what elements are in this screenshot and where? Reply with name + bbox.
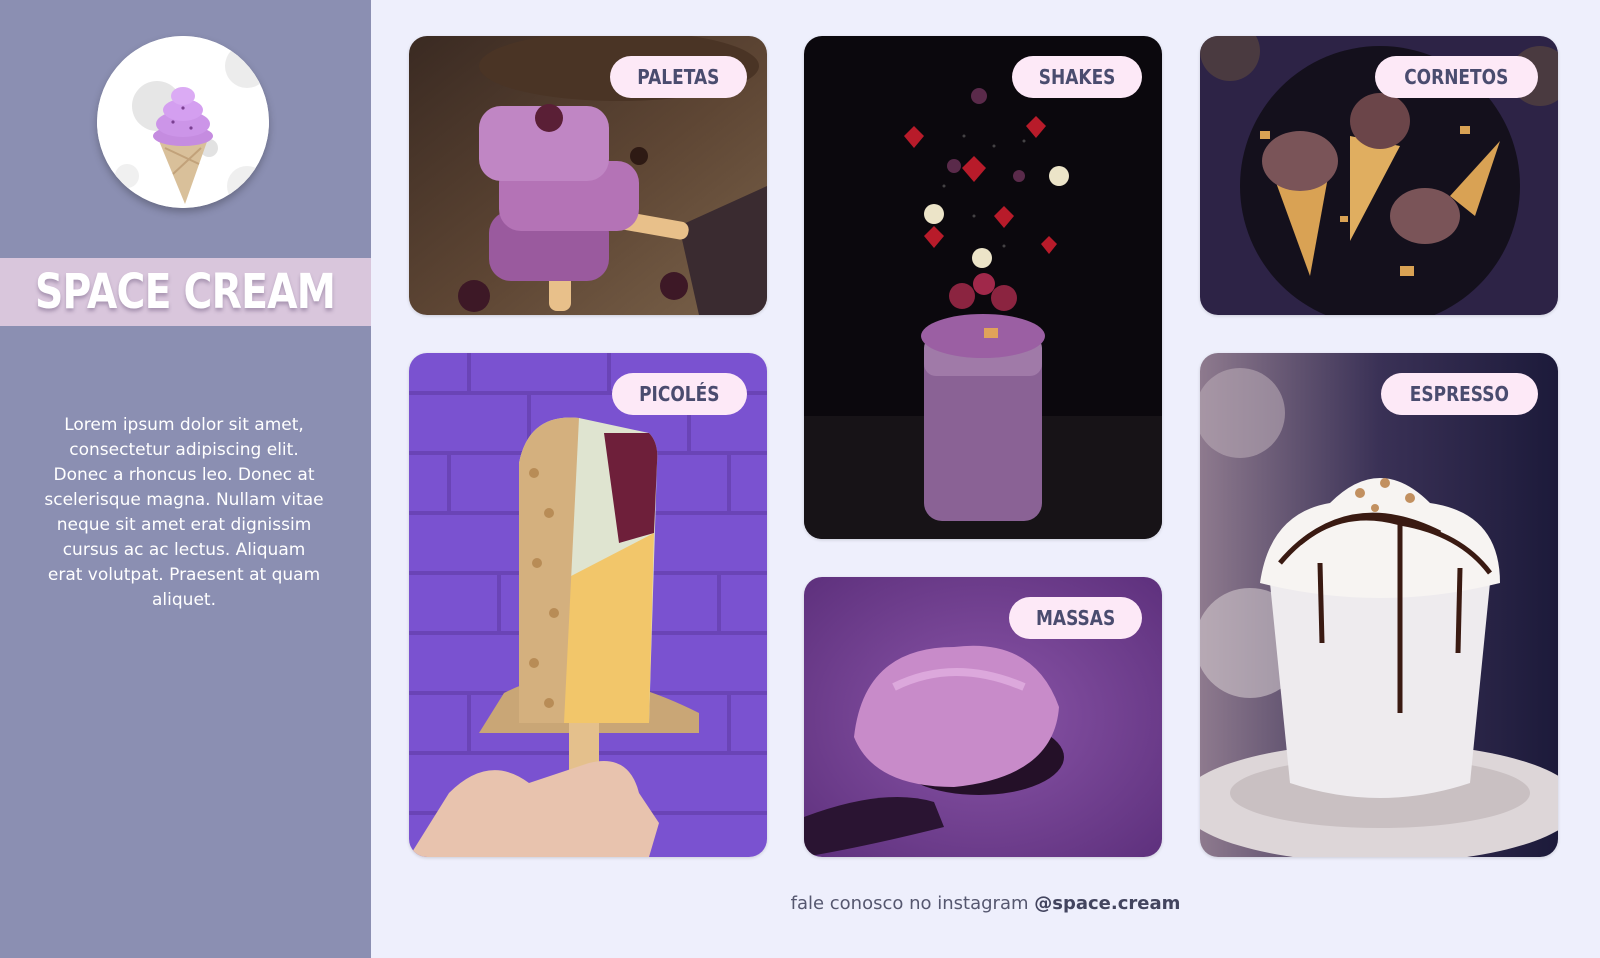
category-label: ESPRESSO [1381, 373, 1538, 415]
category-label: MASSAS [1008, 597, 1142, 639]
brand-logo[interactable] [97, 36, 269, 208]
card-massas[interactable]: MASSAS [804, 577, 1162, 857]
category-label: PICOLÉS [612, 373, 747, 415]
brand-title: SPACE CREAM [35, 264, 336, 320]
category-label: CORNETOS [1375, 56, 1538, 98]
card-picoles[interactable]: PICOLÉS [409, 353, 767, 857]
ice-cream-cone-icon [97, 36, 269, 208]
sidebar: SPACE CREAM Lorem ipsum dolor sit amet, … [0, 0, 371, 958]
card-espresso[interactable]: ESPRESSO [1200, 353, 1558, 857]
picoles-photo [409, 353, 767, 857]
brand-description: Lorem ipsum dolor sit amet, consectetur … [44, 415, 324, 610]
brand-banner: SPACE CREAM [0, 258, 371, 326]
category-label: PALETAS [610, 56, 747, 98]
category-label: SHAKES [1011, 56, 1142, 98]
espresso-photo [1200, 353, 1558, 857]
footer: fale conosco no instagram @space.cream [371, 893, 1600, 914]
card-shakes[interactable]: SHAKES [804, 36, 1162, 539]
card-cornetos[interactable]: CORNETOS [1200, 36, 1558, 315]
shakes-photo [804, 36, 1162, 539]
footer-text: fale conosco no instagram [790, 893, 1035, 914]
card-paletas[interactable]: PALETAS [409, 36, 767, 315]
instagram-link[interactable]: @space.cream [1034, 893, 1180, 914]
